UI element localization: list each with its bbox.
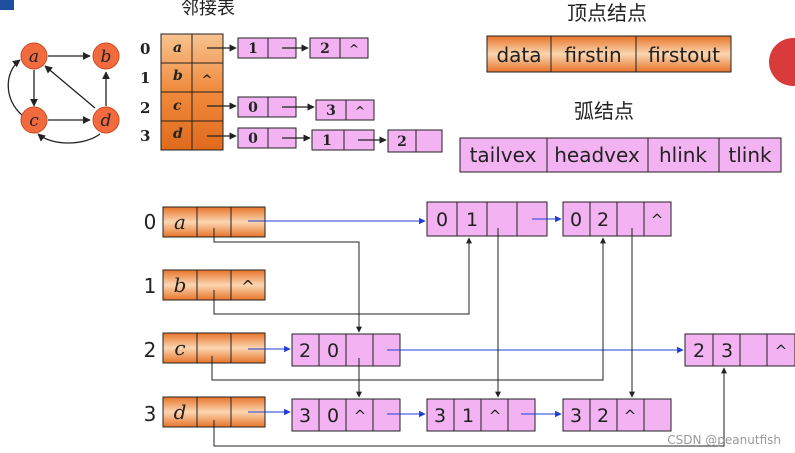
vertex-node-legend: 顶点结点 data firstin firstout [486,1,732,73]
svg-text:^: ^ [489,407,502,425]
svg-text:^: ^ [349,42,359,56]
adj-vertex-c: c [173,98,182,114]
svg-text:^: ^ [355,104,365,118]
svg-text:a: a [29,47,39,67]
graph-node-a: a [20,42,48,70]
adj-index-0: 0 [140,40,150,58]
svg-text:^: ^ [624,407,637,425]
svg-text:2: 2 [597,405,609,427]
graph-node-b: b [92,42,120,70]
watermark: CSDN @peanutfish [667,433,781,447]
svg-text:2: 2 [320,41,330,57]
ortho-vertex-c: c [162,332,266,364]
adj-vertex-b: b [173,68,183,84]
ortho-arc-0-2: 0 2 ^ [562,201,672,237]
svg-text:d: d [101,111,112,131]
svg-text:b: b [101,47,112,67]
adj-vertex-a: a [173,40,182,56]
svg-text:c: c [29,111,39,131]
vertex-field-data: data [496,43,541,67]
svg-text:1: 1 [466,209,478,231]
svg-text:^: ^ [354,407,367,425]
ortho-arc-3-2: 3 2 ^ [562,398,672,432]
arc-node-legend: 弧结点 tailvex headvex hlink tlink [459,99,782,173]
svg-text:2: 2 [597,209,609,231]
vertex-field-firstout: firstout [648,43,720,67]
ortho-index-2: 2 [144,338,157,362]
ortho-index-1: 1 [144,274,157,298]
svg-text:1: 1 [248,41,258,57]
arc-node-title: 弧结点 [574,99,634,123]
svg-text:1: 1 [462,405,474,427]
svg-text:^: ^ [241,277,254,296]
svg-text:0: 0 [327,405,339,427]
adj-edge-node-0-2 [309,37,369,59]
arc-field-tailvex: tailvex [470,143,537,167]
svg-text:a: a [174,210,186,234]
ortho-arc-2-3: 2 3 ^ [684,333,795,367]
svg-text:3: 3 [326,103,336,119]
arc-field-hlink: hlink [659,143,707,167]
ortho-index-0: 0 [144,210,157,234]
adj-index-1: 1 [140,69,150,87]
adjacency-list-title: 邻接表 [181,0,235,19]
arc-field-headvex: headvex [554,143,640,167]
svg-text:3: 3 [299,405,311,427]
svg-text:0: 0 [436,209,448,231]
adjacency-list: 邻接表 0 1 2 3 a b c d ^ 1 2 ^ 0 3 ^ 0 1 2 [140,0,443,153]
graph-node-c: c [20,106,48,134]
svg-text:c: c [174,336,185,360]
svg-text:3: 3 [570,405,582,427]
adj-vertex-d: d [173,126,183,142]
svg-text:2: 2 [299,340,311,362]
svg-text:0: 0 [570,209,582,231]
svg-text:^: ^ [775,342,788,360]
adj-edge-node-3-2 [387,129,443,153]
svg-text:2: 2 [397,134,407,150]
svg-text:^: ^ [651,211,664,229]
arc-field-tlink: tlink [728,143,772,167]
svg-text:b: b [174,273,187,297]
adj-index-2: 2 [140,99,150,117]
graph-edge-c-a [7,59,23,116]
graph-node-d: d [92,106,120,134]
svg-text:2: 2 [693,340,705,362]
ortho-arc-0-1: 0 1 [426,201,548,237]
adj-edge-node-2-3 [315,99,375,121]
orthogonal-list: 0 1 2 3 a b ^ c d 0 1 0 2 ^ 2 0 2 3 ^ 3 … [144,201,795,447]
adj-null-b: ^ [202,73,213,88]
ortho-arc-3-0: 3 0 ^ [291,398,401,432]
svg-text:0: 0 [248,100,258,116]
small-graph: a b c d [7,42,120,144]
svg-text:1: 1 [322,133,332,149]
orthogonal-list-diagram: a b c d 邻接表 0 1 2 3 a b c d ^ 1 2 ^ 0 3 … [7,0,795,447]
vertex-node-title: 顶点结点 [567,1,647,25]
svg-text:d: d [174,400,187,424]
graph-edge-d-a [44,65,96,109]
svg-text:3: 3 [721,340,733,362]
ortho-arc-2-0: 2 0 [291,333,401,367]
svg-text:0: 0 [327,340,339,362]
ortho-arc-3-1: 3 1 ^ [426,398,536,432]
tlink-pointers [248,215,684,418]
vertex-field-firstin: firstin [564,43,621,67]
svg-text:3: 3 [434,405,446,427]
adj-index-3: 3 [140,127,150,145]
graph-edge-d-c [37,133,101,144]
ortho-index-3: 3 [144,402,157,426]
svg-text:0: 0 [248,131,258,147]
